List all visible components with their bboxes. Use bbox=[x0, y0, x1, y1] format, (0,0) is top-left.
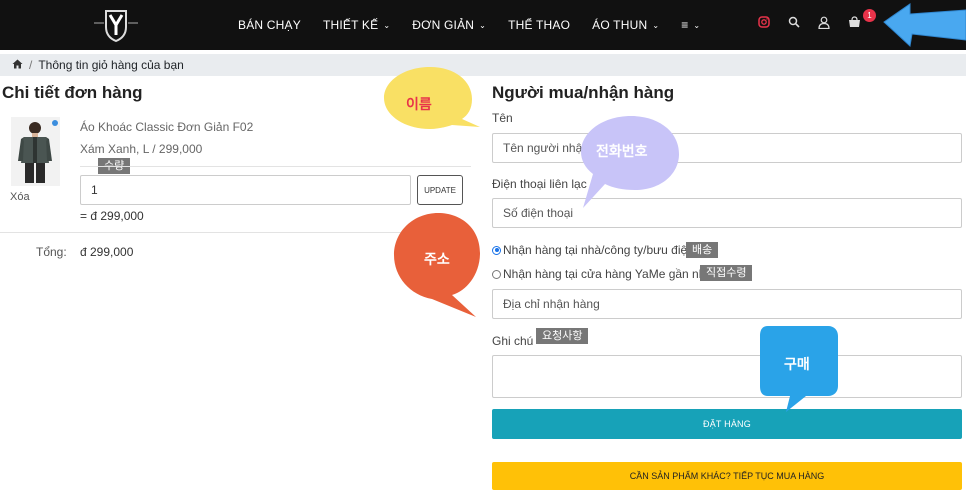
note-textarea[interactable] bbox=[492, 355, 962, 398]
breadcrumb: / Thông tin giỏ hàng của bạn bbox=[0, 54, 966, 76]
nav-item-thiet-ke[interactable]: THIẾT KẾ ⌄ bbox=[323, 18, 390, 32]
delivery-annotation-tag: 배송 bbox=[686, 242, 719, 258]
radio-unchecked-icon[interactable] bbox=[492, 269, 501, 279]
nav-label: ĐƠN GIẢN bbox=[412, 18, 475, 32]
purchase-bubble-text: 구매 bbox=[784, 356, 810, 372]
breadcrumb-separator: / bbox=[29, 58, 33, 72]
pickup-annotation-tag: 직접수령 bbox=[700, 265, 753, 281]
address-bubble-text: 주소 bbox=[424, 251, 450, 267]
nav-label: BÁN CHẠY bbox=[238, 18, 301, 32]
breadcrumb-current: Thông tin giỏ hàng của bạn bbox=[38, 58, 184, 72]
nav-item-more-menu[interactable]: ≡ ⌄ bbox=[681, 18, 700, 32]
nav-item-the-thao[interactable]: THỂ THAO bbox=[508, 18, 570, 32]
chevron-down-icon: ⌄ bbox=[693, 20, 701, 30]
remove-item-link[interactable]: Xóa bbox=[10, 191, 30, 203]
nav-label: ÁO THUN bbox=[592, 18, 648, 32]
divider bbox=[80, 166, 471, 167]
delivery-option-store[interactable]: Nhận hàng tại cửa hàng YaMe gần nhất bbox=[492, 267, 715, 281]
recipient-name-input[interactable]: Tên người nhận bbox=[492, 133, 962, 163]
home-icon[interactable] bbox=[12, 58, 23, 72]
chevron-down-icon: ⌄ bbox=[652, 20, 660, 30]
search-icon[interactable] bbox=[786, 14, 802, 30]
chevron-down-icon: ⌄ bbox=[383, 20, 391, 30]
name-label: Tên bbox=[492, 111, 513, 125]
product-name[interactable]: Áo Khoác Classic Đơn Giản F02 bbox=[80, 120, 253, 134]
note-annotation-tag: 요청사항 bbox=[536, 328, 589, 344]
delivery-option-home[interactable]: Nhận hàng tại nhà/công ty/bưu điện bbox=[492, 243, 694, 257]
update-quantity-button[interactable]: UPDATE bbox=[417, 175, 463, 205]
nav-item-ban-chay[interactable]: BÁN CHẠY bbox=[238, 18, 301, 32]
phone-bubble-text: 전화번호 bbox=[596, 143, 648, 159]
note-label: Ghi chú bbox=[492, 334, 534, 348]
hamburger-icon: ≡ bbox=[681, 18, 689, 32]
buyer-heading: Người mua/nhận hàng bbox=[492, 83, 675, 102]
arrow-annotation-icon bbox=[883, 3, 966, 47]
nav-icon-group: 1 bbox=[756, 9, 876, 30]
name-bubble-text: 이름 bbox=[406, 96, 432, 112]
line-total: = đ 299,000 bbox=[80, 209, 144, 223]
order-details-heading: Chi tiết đơn hàng bbox=[2, 83, 143, 102]
phone-input[interactable]: Số điện thoại bbox=[492, 198, 962, 228]
nav-label: THỂ THAO bbox=[508, 18, 571, 32]
nav-item-don-gian[interactable]: ĐƠN GIẢN ⌄ bbox=[412, 18, 486, 32]
phone-speech-bubble bbox=[581, 116, 679, 208]
cart-icon[interactable] bbox=[846, 14, 862, 30]
user-icon[interactable] bbox=[816, 14, 832, 30]
continue-shopping-button[interactable]: CẦN SẢN PHẨM KHÁC? TIẾP TỤC MUA HÀNG bbox=[492, 462, 962, 490]
quantity-input[interactable]: 1 bbox=[80, 175, 411, 205]
product-variant-price: Xám Xanh, L / 299,000 bbox=[80, 142, 203, 156]
phone-label: Điện thoại liên lạc bbox=[492, 177, 587, 191]
cart-count-badge: 1 bbox=[863, 9, 876, 22]
nav-label: THIẾT KẾ bbox=[322, 18, 379, 32]
total-value: đ 299,000 bbox=[80, 245, 134, 259]
main-nav: BÁN CHẠY THIẾT KẾ ⌄ ĐƠN GIẢN ⌄ THỂ THAO ÁO… bbox=[238, 0, 722, 50]
delivery-option-home-label: Nhận hàng tại nhà/công ty/bưu điện bbox=[503, 243, 694, 257]
top-navbar: BÁN CHẠY THIẾT KẾ ⌄ ĐƠN GIẢN ⌄ THỂ THAO ÁO… bbox=[0, 0, 966, 50]
address-input[interactable]: Địa chỉ nhận hàng bbox=[492, 289, 962, 319]
chevron-down-icon: ⌄ bbox=[479, 20, 487, 30]
total-label: Tổng: bbox=[36, 245, 67, 259]
nav-item-ao-thun[interactable]: ÁO THUN ⌄ bbox=[592, 18, 659, 32]
instagram-icon[interactable] bbox=[756, 14, 772, 30]
delivery-option-store-label: Nhận hàng tại cửa hàng YaMe gần nhất bbox=[503, 267, 716, 281]
product-thumbnail[interactable] bbox=[11, 117, 60, 186]
y-shield-logo-icon[interactable] bbox=[92, 7, 140, 43]
place-order-button[interactable]: ĐẶT HÀNG bbox=[492, 409, 962, 439]
radio-checked-icon[interactable] bbox=[492, 245, 501, 255]
